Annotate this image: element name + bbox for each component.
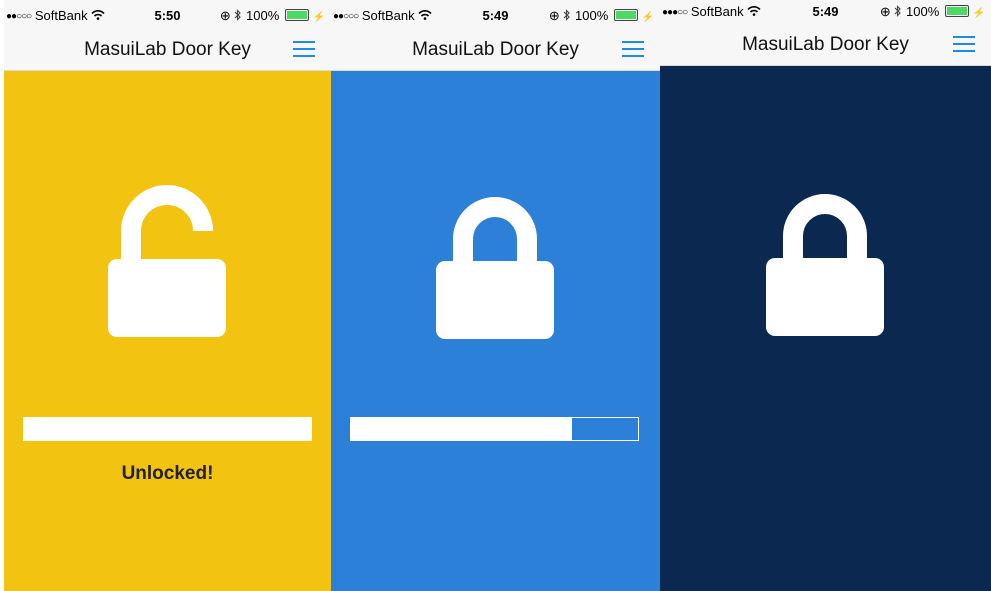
bluetooth-icon bbox=[235, 9, 242, 21]
nav-bar: MasuiLab Door Key bbox=[4, 28, 331, 71]
battery-icon bbox=[944, 5, 969, 17]
battery-icon bbox=[284, 9, 309, 21]
orientation-lock-icon: ⊕ bbox=[548, 8, 560, 23]
status-bar: ●●○○○ SoftBank 5:50 ⊕ 100% ⚡ bbox=[4, 0, 331, 28]
app-title: MasuiLab Door Key bbox=[84, 39, 251, 60]
orientation-lock-icon: ⊕ bbox=[219, 8, 231, 23]
battery-percent: 100% bbox=[906, 4, 940, 19]
bluetooth-icon bbox=[895, 5, 902, 17]
locked-padlock-icon[interactable] bbox=[435, 191, 555, 341]
locked-padlock-icon[interactable] bbox=[765, 188, 885, 338]
unlocked-padlock-icon[interactable] bbox=[105, 179, 230, 339]
progress-fill bbox=[351, 418, 572, 440]
app-title: MasuiLab Door Key bbox=[412, 39, 579, 60]
orientation-lock-icon: ⊕ bbox=[879, 4, 891, 19]
status-bar: ●●●○○ SoftBank 5:49 ⊕ 100% ⚡ bbox=[660, 0, 991, 24]
hamburger-menu-icon[interactable] bbox=[293, 41, 315, 57]
nav-bar: MasuiLab Door Key bbox=[660, 24, 991, 66]
battery-icon bbox=[613, 9, 638, 21]
lock-content[interactable] bbox=[660, 66, 991, 591]
status-message: Unlocked! bbox=[121, 463, 214, 484]
screen-locking: ●●○○○ SoftBank 5:49 ⊕ 100% ⚡ MasuiLab Do… bbox=[331, 0, 660, 591]
charging-icon: ⚡ bbox=[972, 8, 985, 19]
progress-bar bbox=[23, 417, 312, 441]
progress-bar bbox=[350, 417, 639, 441]
screen-unlocked: ●●○○○ SoftBank 5:50 ⊕ 100% ⚡ MasuiLab Do… bbox=[4, 0, 331, 591]
battery-percent: 100% bbox=[575, 8, 609, 23]
charging-icon: ⚡ bbox=[312, 12, 325, 23]
hamburger-menu-icon[interactable] bbox=[622, 41, 644, 57]
lock-content[interactable]: Unlocked! bbox=[4, 71, 331, 591]
screen-locked: ●●●○○ SoftBank 5:49 ⊕ 100% ⚡ MasuiLab Do… bbox=[660, 0, 991, 591]
bluetooth-icon bbox=[564, 9, 571, 21]
battery-percent: 100% bbox=[246, 8, 280, 23]
nav-bar: MasuiLab Door Key bbox=[331, 28, 660, 71]
progress-fill bbox=[24, 418, 311, 440]
status-bar: ●●○○○ SoftBank 5:49 ⊕ 100% ⚡ bbox=[331, 0, 660, 28]
app-title: MasuiLab Door Key bbox=[742, 34, 909, 55]
lock-content[interactable] bbox=[331, 71, 660, 591]
hamburger-menu-icon[interactable] bbox=[953, 36, 975, 52]
charging-icon: ⚡ bbox=[641, 12, 654, 23]
